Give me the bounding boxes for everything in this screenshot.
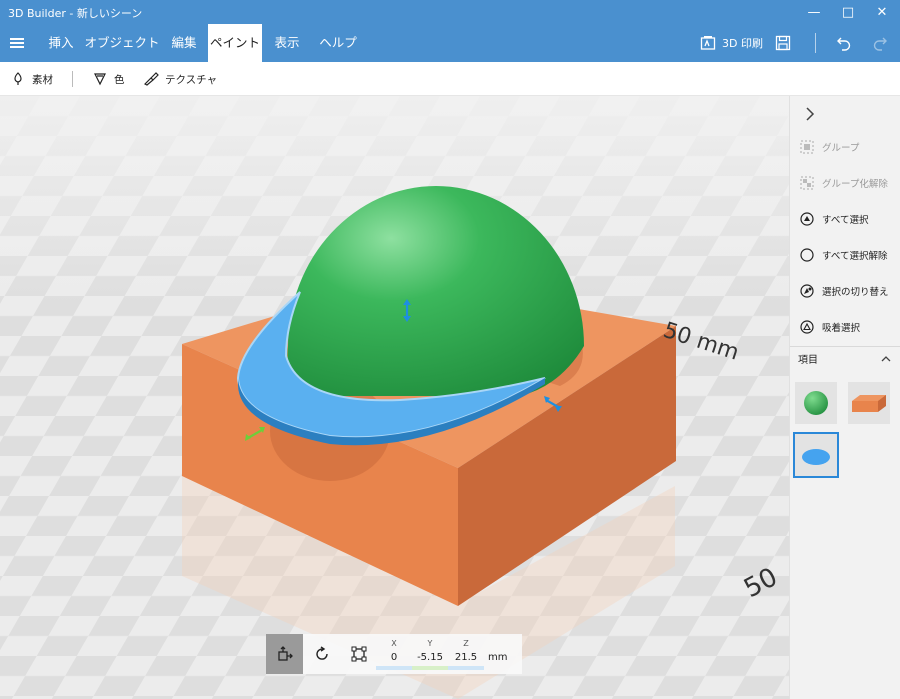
material-button[interactable]: 素材 [10,62,53,96]
scale-icon [351,646,366,662]
toolbar-divider [815,33,816,53]
menu-icon[interactable] [10,38,24,48]
transform-toolbar: X 0 Y -5.15 Z 21.5 mm [266,634,522,674]
group-button[interactable]: グループ [790,129,900,165]
y-value: -5.15 [417,652,443,663]
items-header-label: 項目 [798,355,818,366]
group-label: グループ [822,143,860,154]
material-icon [10,71,26,87]
texture-button[interactable]: テクスチャ [143,62,217,96]
disc-thumbnail [802,449,830,465]
ribbon-tab-bar: 挿入 オブジェクト 編集 ペイント 表示 ヘルプ 3D 印刷 [0,24,900,62]
item-thumb-disc[interactable] [793,432,839,478]
sphere-thumbnail [804,391,828,415]
save-button[interactable] [775,24,791,62]
snap-select-label: 吸着選択 [822,323,861,334]
color-button[interactable]: 色 [92,62,125,96]
ungroup-button[interactable]: グループ化解除 [790,165,900,201]
box-thumbnail [852,395,886,412]
print-3d-label: 3D 印刷 [722,37,763,50]
redo-icon [873,37,887,51]
x-underline [376,666,412,670]
tab-insert[interactable]: 挿入 [38,24,84,62]
save-icon [775,35,791,51]
maximize-button[interactable]: □ [831,0,865,24]
item-thumb-box[interactable] [848,382,890,424]
material-label: 素材 [32,73,53,86]
group-icon [800,140,814,154]
toggle-selection-label: 選択の切り替え [822,287,889,298]
ungroup-icon [800,176,814,190]
rotate-tool-button[interactable] [303,634,340,674]
select-all-button[interactable]: すべて選択 [790,201,900,237]
deselect-all-button[interactable]: すべて選択解除 [790,237,900,273]
item-thumb-sphere[interactable] [795,382,837,424]
scene-canvas[interactable]: 50 mm 50 [0,96,789,699]
window-title: 3D Builder - 新しいシーン [8,7,143,20]
tab-edit[interactable]: 編集 [160,24,208,62]
color-icon [92,71,108,87]
toggle-selection-button[interactable]: 選択の切り替え [790,273,900,309]
toolbar-divider [72,71,73,87]
snap-select-button[interactable]: 吸着選択 [790,309,900,345]
right-panel: グループ グループ化解除 すべて選択 すべて選択解除 選択の切り替え 吸着選択 … [789,96,900,699]
unit-label: mm [488,652,508,663]
move-tool-button[interactable] [266,634,303,674]
scale-tool-button[interactable] [340,634,377,674]
texture-icon [143,71,159,87]
color-label: 色 [114,73,125,86]
title-bar: 3D Builder - 新しいシーン — □ ✕ [0,0,900,24]
undo-button[interactable] [836,24,852,62]
z-value: 21.5 [454,652,478,663]
y-underline [412,666,448,670]
tab-object[interactable]: オブジェクト [84,24,160,62]
move-icon [277,646,293,661]
x-label: X [391,639,397,648]
paint-toolbar: 素材 色 テクスチャ [0,62,900,96]
redo-button[interactable] [872,24,888,62]
snap-select-icon [800,320,814,334]
items-section-header[interactable]: 項目 [790,346,900,370]
select-all-label: すべて選択 [822,215,869,226]
tab-view[interactable]: 表示 [262,24,312,62]
texture-label: テクスチャ [165,73,218,86]
z-coordinate-field[interactable]: Z 21.5 [448,634,484,674]
z-label: Z [463,639,469,648]
tab-paint[interactable]: ペイント [208,24,262,62]
close-button[interactable]: ✕ [865,0,899,24]
select-all-icon [800,212,814,226]
z-underline [448,666,484,670]
print-3d-button[interactable]: 3D 印刷 [700,24,763,62]
minimize-button[interactable]: — [797,0,831,24]
x-coordinate-field[interactable]: X 0 [376,634,412,674]
x-value: 0 [390,652,398,663]
tab-help[interactable]: ヘルプ [312,24,364,62]
y-coordinate-field[interactable]: Y -5.15 [412,634,448,674]
chevron-right-icon [806,107,815,121]
collapse-panel-button[interactable] [798,104,822,124]
rotate-icon [315,646,328,660]
deselect-all-label: すべて選択解除 [822,251,888,262]
print-3d-icon [700,36,716,50]
deselect-all-icon [800,248,814,262]
chevron-up-icon [881,356,891,362]
undo-icon [837,37,851,51]
toggle-selection-icon [800,284,814,298]
ungroup-label: グループ化解除 [822,179,888,190]
3d-viewport[interactable]: 50 mm 50 [0,96,789,699]
y-label: Y [427,639,433,648]
